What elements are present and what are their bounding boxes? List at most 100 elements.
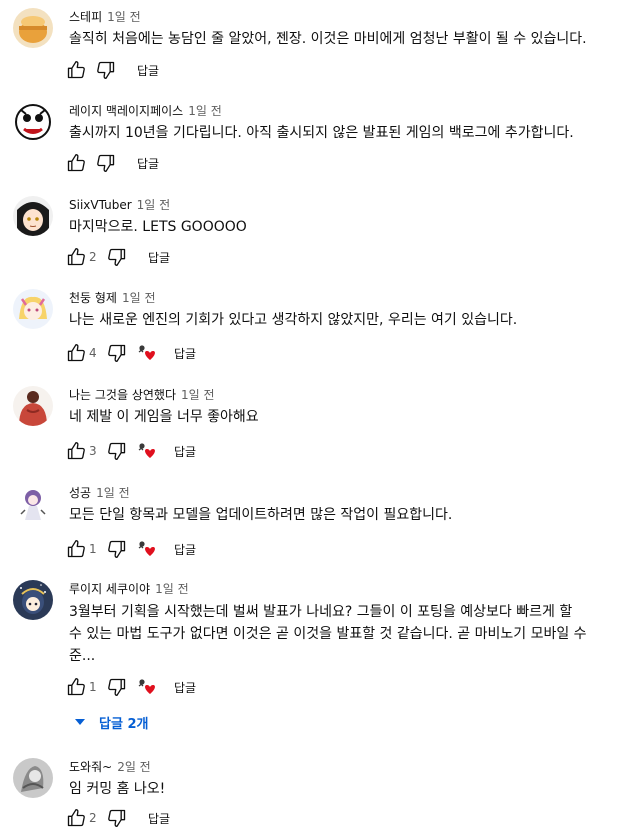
comment-text: 네 제발 이 게임을 너무 좋아해요 bbox=[69, 407, 614, 427]
like-button[interactable] bbox=[62, 58, 90, 82]
avatar[interactable] bbox=[13, 580, 53, 620]
author-name[interactable]: SiixVTuber bbox=[69, 198, 132, 212]
dislike-button[interactable] bbox=[103, 341, 131, 365]
reply-button[interactable]: 답글 bbox=[174, 541, 196, 558]
avatar[interactable] bbox=[13, 484, 53, 524]
thumb-up-icon bbox=[67, 61, 85, 79]
like-button[interactable] bbox=[62, 151, 90, 175]
timestamp[interactable]: 2일 전 bbox=[117, 760, 151, 774]
comment-text: 모든 단일 항목과 모델을 업데이트하려면 많은 작업이 필요합니다. bbox=[69, 505, 614, 525]
like-button[interactable] bbox=[62, 245, 90, 269]
like-button[interactable] bbox=[62, 341, 90, 365]
dislike-button[interactable] bbox=[103, 537, 131, 561]
author-name[interactable]: 성공 bbox=[69, 486, 91, 500]
reply-button[interactable]: 답글 bbox=[148, 810, 170, 827]
dislike-button[interactable] bbox=[103, 439, 131, 463]
timestamp[interactable]: 1일 전 bbox=[107, 10, 141, 24]
like-button[interactable] bbox=[62, 537, 90, 561]
comment-header: 스테피 1일 전 bbox=[69, 8, 141, 26]
creator-heart-icon bbox=[137, 343, 157, 363]
thumb-down-icon bbox=[108, 678, 126, 696]
dislike-button[interactable] bbox=[103, 245, 131, 269]
creator-heart-icon bbox=[137, 539, 157, 559]
like-count: 2 bbox=[89, 811, 97, 825]
comment-header: 성공 1일 전 bbox=[69, 484, 130, 502]
comment-header: SiixVTuber 1일 전 bbox=[69, 196, 170, 214]
reply-button[interactable]: 답글 bbox=[137, 155, 159, 172]
thumb-down-icon bbox=[108, 540, 126, 558]
author-name[interactable]: 도와줘~ bbox=[69, 760, 112, 774]
comment-actions: 1 답글 bbox=[62, 675, 196, 699]
author-name[interactable]: 천둥 형제 bbox=[69, 291, 117, 305]
dislike-button[interactable] bbox=[103, 806, 131, 830]
like-count: 1 bbox=[89, 680, 97, 694]
reply-button[interactable]: 답글 bbox=[174, 345, 196, 362]
reply-button[interactable]: 답글 bbox=[174, 679, 196, 696]
thumb-down-icon bbox=[108, 344, 126, 362]
thumb-down-icon bbox=[97, 61, 115, 80]
comment-line: 출시까지 10년을 기다립니다. 아직 출시되지 않은 발표된 게임의 백로그에… bbox=[69, 125, 574, 141]
creator-heart-icon bbox=[137, 441, 157, 461]
comment-text: 나는 새로운 엔진의 기회가 있다고 생각하지 않았지만, 우리는 여기 있습니… bbox=[69, 310, 614, 330]
avatar[interactable] bbox=[13, 196, 53, 236]
timestamp[interactable]: 1일 전 bbox=[188, 104, 222, 118]
show-replies-button[interactable]: 답글 2개 bbox=[73, 710, 148, 734]
reply-button[interactable]: 답글 bbox=[137, 62, 159, 79]
dislike-button[interactable] bbox=[103, 675, 131, 699]
like-button[interactable] bbox=[62, 439, 90, 463]
caret-down-icon bbox=[75, 719, 85, 725]
author-name[interactable]: 레이지 맥레이지페이스 bbox=[69, 104, 183, 118]
thumb-up-icon bbox=[67, 442, 85, 460]
comment-header: 레이지 맥레이지페이스 1일 전 bbox=[69, 102, 222, 120]
thumb-down-icon bbox=[108, 442, 126, 460]
author-name[interactable]: 나는 그것을 상연했다 bbox=[69, 388, 176, 402]
dislike-button[interactable] bbox=[92, 151, 120, 175]
comment-text: 출시까지 10년을 기다립니다. 아직 출시되지 않은 발표된 게임의 백로그에… bbox=[69, 123, 614, 143]
thumb-up-icon bbox=[67, 678, 85, 696]
dislike-button[interactable] bbox=[92, 58, 120, 82]
thumb-up-icon bbox=[67, 248, 85, 266]
comment-actions: 답글 bbox=[62, 58, 159, 82]
comment-header: 나는 그것을 상연했다 1일 전 bbox=[69, 386, 215, 404]
comment-actions: 2 답글 bbox=[62, 806, 170, 830]
comment-actions: 2 답글 bbox=[62, 245, 170, 269]
comment-header: 루이지 세쿠이야 1일 전 bbox=[69, 580, 189, 598]
reply-button[interactable]: 답글 bbox=[174, 443, 196, 460]
like-count: 1 bbox=[89, 542, 97, 556]
avatar[interactable] bbox=[13, 758, 53, 798]
avatar[interactable] bbox=[13, 102, 53, 142]
thumb-down-icon bbox=[108, 809, 126, 827]
like-count: 3 bbox=[89, 444, 97, 458]
like-count: 2 bbox=[89, 250, 97, 264]
creator-heart-icon bbox=[137, 677, 157, 697]
thumb-up-icon bbox=[67, 344, 85, 362]
comment-actions: 답글 bbox=[62, 151, 159, 175]
author-name[interactable]: 루이지 세쿠이야 bbox=[69, 582, 150, 596]
comment-line: 수 있는 마법 도구가 없다면 이것은 곧 이것을 발표할 것 같습니다. 곧 … bbox=[69, 626, 587, 642]
comment-text: 마지막으로. LETS GOOOOO bbox=[69, 217, 614, 237]
comment-text: 임 커밍 홈 나오! bbox=[69, 779, 614, 799]
timestamp[interactable]: 1일 전 bbox=[155, 582, 189, 596]
like-button[interactable] bbox=[62, 806, 90, 830]
comment-line: 네 제발 이 게임을 너무 좋아해요 bbox=[69, 409, 259, 425]
avatar[interactable] bbox=[13, 386, 53, 426]
like-button[interactable] bbox=[62, 675, 90, 699]
avatar[interactable] bbox=[13, 289, 53, 329]
avatar[interactable] bbox=[13, 8, 53, 48]
like-count: 4 bbox=[89, 346, 97, 360]
timestamp[interactable]: 1일 전 bbox=[96, 486, 130, 500]
comment-actions: 1 답글 bbox=[62, 537, 196, 561]
comment-line: 모든 단일 항목과 모델을 업데이트하려면 많은 작업이 필요합니다. bbox=[69, 507, 453, 523]
reply-button[interactable]: 답글 bbox=[148, 249, 170, 266]
timestamp[interactable]: 1일 전 bbox=[137, 198, 171, 212]
thumb-up-icon bbox=[67, 809, 85, 827]
thumb-up-icon bbox=[67, 154, 85, 172]
comment-text: 솔직히 처음에는 농담인 줄 알았어, 젠장. 이것은 마비에게 엄청난 부활이… bbox=[69, 29, 614, 49]
comment-header: 천둥 형제 1일 전 bbox=[69, 289, 156, 307]
timestamp[interactable]: 1일 전 bbox=[122, 291, 156, 305]
timestamp[interactable]: 1일 전 bbox=[181, 388, 215, 402]
thumb-down-icon bbox=[108, 248, 126, 266]
show-replies-label: 답글 2개 bbox=[99, 716, 149, 732]
comment-line: 솔직히 처음에는 농담인 줄 알았어, 젠장. 이것은 마비에게 엄청난 부활이… bbox=[69, 31, 587, 47]
author-name[interactable]: 스테피 bbox=[69, 10, 102, 24]
